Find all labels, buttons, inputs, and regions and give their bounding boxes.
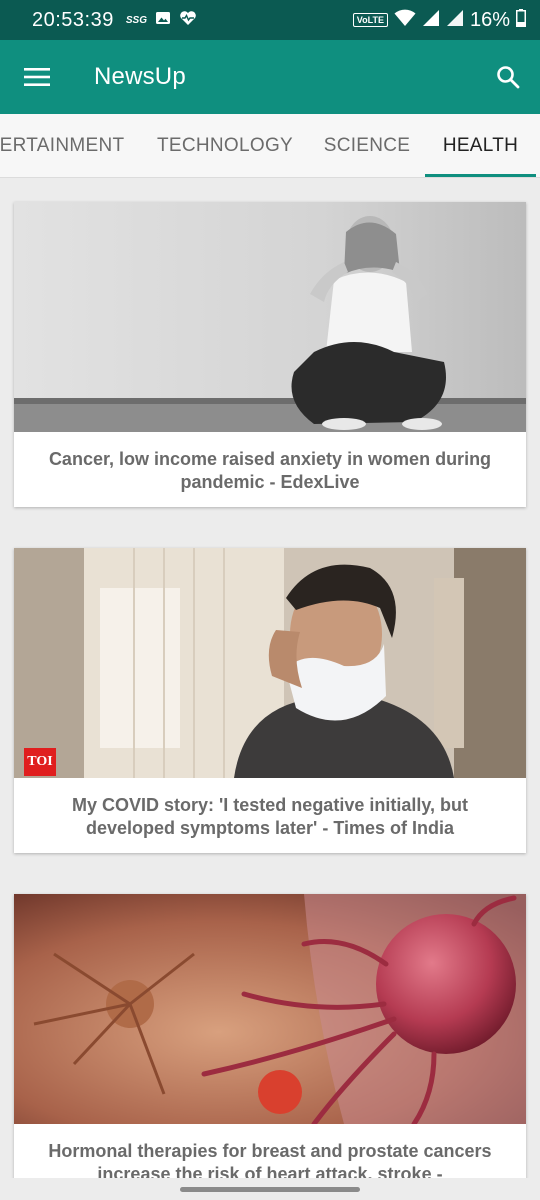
app-bar: NewsUp [0, 40, 540, 114]
status-left-icons: SSG [126, 10, 197, 31]
article-image: TOI [14, 548, 526, 778]
gesture-nav-handle[interactable] [180, 1187, 360, 1192]
tab-entertainment[interactable]: ERTAINMENT [0, 114, 134, 177]
status-bar: 20:53:39 SSG VoLTE 16% [0, 0, 540, 40]
hamburger-menu-icon [24, 68, 50, 86]
volte-icon: VoLTE [352, 13, 388, 27]
search-button[interactable] [476, 40, 540, 114]
signal-icon [422, 9, 440, 32]
article-title: Hormonal therapies for breast and prosta… [48, 1141, 492, 1184]
category-tabs: ERTAINMENT TECHNOLOGY SCIENCE HEALTH [0, 114, 540, 178]
menu-button[interactable] [0, 40, 74, 114]
tab-technology[interactable]: TECHNOLOGY [144, 114, 306, 177]
app-title: NewsUp [94, 63, 186, 90]
image-icon [155, 10, 171, 31]
article-card[interactable]: Hormonal therapies for breast and prosta… [14, 894, 526, 1194]
battery-icon [516, 8, 526, 32]
status-right-icons: VoLTE 16% [352, 8, 526, 32]
search-icon [497, 66, 520, 89]
heart-pulse-icon [179, 10, 197, 31]
article-card[interactable]: TOI My COVID story: 'I tested negative i… [14, 548, 526, 853]
article-image [14, 894, 526, 1124]
article-title: Cancer, low income raised anxiety in wom… [48, 449, 492, 492]
tab-science[interactable]: SCIENCE [312, 114, 422, 177]
article-card[interactable]: Cancer, low income raised anxiety in wom… [14, 202, 526, 507]
article-image [14, 202, 526, 432]
toi-badge: TOI [24, 748, 56, 776]
signal-icon-2 [446, 9, 464, 32]
tab-indicator [425, 174, 536, 177]
tab-health[interactable]: HEALTH [425, 114, 536, 177]
status-time: 20:53:39 [32, 8, 114, 31]
battery-percent: 16% [469, 8, 510, 31]
article-title: My COVID story: 'I tested negative initi… [71, 795, 469, 838]
wifi-icon [394, 9, 416, 32]
ssg-icon: SSG [125, 14, 147, 26]
